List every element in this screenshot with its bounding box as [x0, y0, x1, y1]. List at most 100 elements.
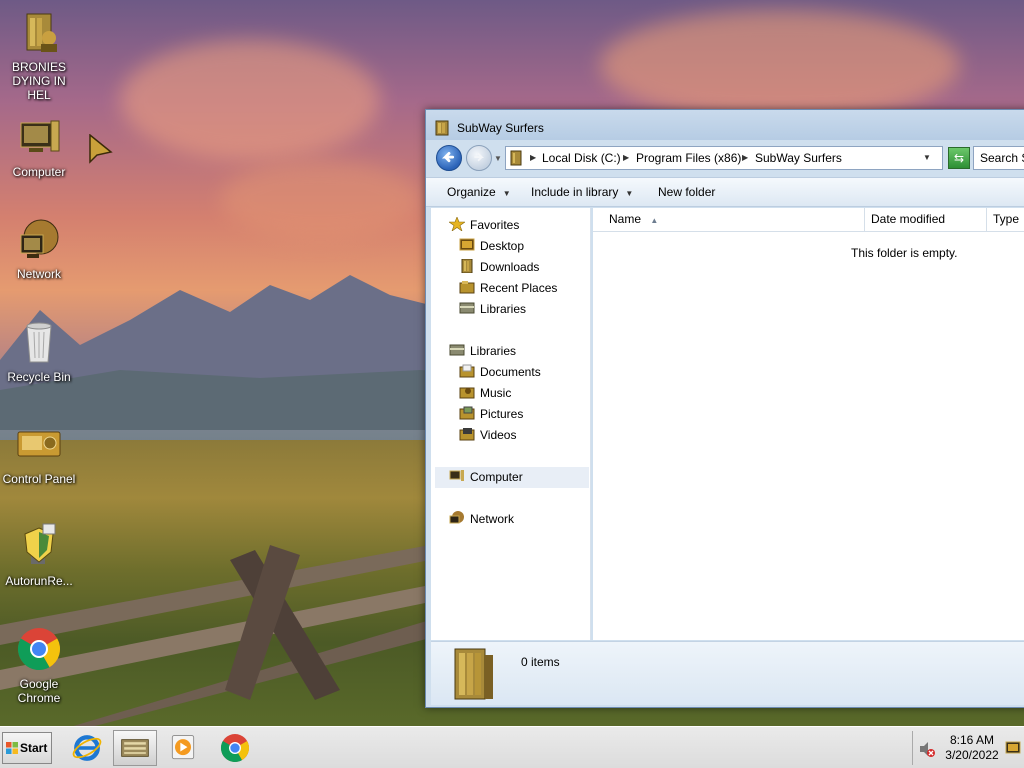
taskbar: Start 8:16 AM 3/20/2022: [0, 726, 1024, 768]
forward-button[interactable]: [466, 145, 492, 171]
sort-ascending-icon: ▲: [650, 216, 659, 225]
desktop-icon-label: Control Panel: [2, 472, 76, 486]
nav-label: Computer: [470, 470, 523, 484]
include-in-library-button[interactable]: Include in library ▼: [531, 185, 633, 199]
file-list-pane[interactable]: Name ▲ Date modified Type This folder is…: [593, 208, 1024, 640]
include-in-library-label: Include in library: [531, 185, 619, 199]
nav-label: Favorites: [470, 218, 520, 232]
control-panel-icon: [17, 431, 61, 457]
column-header-type[interactable]: Type: [987, 208, 1024, 232]
address-history-dropdown[interactable]: ▼: [923, 153, 931, 162]
refresh-icon: ⇆: [953, 151, 965, 165]
desktop-icon-autorun[interactable]: AutorunRe...: [0, 522, 78, 588]
nav-videos[interactable]: Videos: [459, 425, 516, 446]
system-tray: 8:16 AM 3/20/2022: [912, 731, 1024, 765]
back-button[interactable]: [436, 145, 462, 171]
music-icon: [459, 387, 475, 399]
clock-date: 3/20/2022: [945, 748, 999, 762]
library-icon: [459, 302, 475, 314]
refresh-button[interactable]: ⇆: [948, 147, 970, 169]
desktop-icon-label: Recycle Bin: [7, 370, 71, 384]
wallpaper-cloud: [120, 40, 380, 160]
volume-muted-icon[interactable]: [918, 740, 936, 758]
taskbar-clock[interactable]: 8:16 AM 3/20/2022: [943, 733, 1001, 763]
nav-recent-places[interactable]: Recent Places: [459, 278, 557, 299]
column-header-date-modified[interactable]: Date modified: [865, 208, 987, 232]
taskbar-internet-explorer[interactable]: [65, 730, 109, 766]
command-bar: Organize ▼ Include in library ▼ New folder: [426, 177, 1024, 207]
nav-label: Documents: [480, 365, 541, 379]
breadcrumb-subway-surfers[interactable]: SubWay Surfers: [755, 151, 842, 165]
item-count: 0 items: [521, 655, 560, 669]
nav-libraries-favorite[interactable]: Libraries: [459, 299, 526, 320]
desktop-icon-bronies[interactable]: BRONIES DYING IN HEL: [0, 8, 78, 102]
window-titlebar[interactable]: SubWay Surfers: [426, 110, 1024, 140]
windows-logo-icon: [6, 742, 18, 754]
nav-label: Videos: [480, 428, 517, 442]
breadcrumb-separator[interactable]: ▶: [742, 153, 748, 162]
breadcrumb-separator[interactable]: ▶: [530, 153, 536, 162]
taskbar-chrome[interactable]: [213, 730, 257, 766]
downloads-folder-icon: [461, 259, 473, 273]
taskbar-media-player[interactable]: [161, 730, 205, 766]
desktop-icon-network[interactable]: Network: [0, 215, 78, 281]
empty-folder-message: This folder is empty.: [851, 246, 958, 260]
desktop-icon-chrome[interactable]: Google Chrome: [0, 625, 78, 705]
desktop-icon: [459, 238, 475, 251]
details-pane: 0 items: [431, 641, 1024, 705]
nav-computer[interactable]: Computer: [435, 467, 589, 488]
start-button[interactable]: Start: [2, 732, 52, 764]
column-header-name[interactable]: Name ▲: [593, 208, 865, 232]
desktop-icon-computer[interactable]: Computer: [0, 113, 78, 179]
new-folder-button[interactable]: New folder: [658, 185, 715, 199]
computer-icon: [449, 470, 464, 481]
show-desktop-icon[interactable]: [1005, 740, 1021, 756]
nav-network[interactable]: Network: [449, 509, 514, 530]
recycle-bin-icon: [26, 322, 52, 363]
pictures-icon: [459, 406, 475, 420]
desktop-icon-recycle-bin[interactable]: Recycle Bin: [0, 318, 78, 384]
chevron-down-icon: ▼: [502, 189, 511, 198]
network-icon: [449, 511, 464, 524]
nav-downloads[interactable]: Downloads: [459, 257, 539, 278]
library-icon: [449, 344, 465, 356]
organize-button[interactable]: Organize ▼: [447, 185, 511, 199]
wallpaper-cloud: [220, 160, 420, 240]
nav-favorites[interactable]: Favorites: [449, 215, 519, 236]
documents-icon: [459, 364, 475, 378]
nav-label: Libraries: [470, 344, 517, 358]
chrome-icon: [17, 628, 61, 671]
network-icon: [20, 219, 59, 258]
nav-desktop[interactable]: Desktop: [459, 236, 524, 257]
clock-time: 8:16 AM: [949, 733, 995, 747]
desktop-icon-label: Google Chrome: [17, 677, 61, 705]
search-input[interactable]: Search S: [973, 146, 1024, 170]
videos-icon: [459, 428, 475, 441]
desktop-icon-label: Network: [16, 267, 61, 281]
recent-pages-dropdown[interactable]: ▼: [494, 154, 502, 163]
nav-music[interactable]: Music: [459, 383, 511, 404]
search-placeholder: Search S: [980, 151, 1024, 165]
folder-icon: [510, 150, 522, 166]
breadcrumb-program-files[interactable]: Program Files (x86): [636, 151, 741, 165]
address-box[interactable]: ▶ Local Disk (C:) ▶ Program Files (x86) …: [505, 146, 943, 170]
window-title: SubWay Surfers: [457, 121, 544, 135]
desktop-icon-label: Computer: [12, 165, 66, 179]
nav-pictures[interactable]: Pictures: [459, 404, 523, 425]
explorer-window: SubWay Surfers ▼ ▶ Local Disk (C:) ▶ Pro…: [425, 109, 1024, 708]
organize-label: Organize: [447, 185, 496, 199]
nav-label: Recent Places: [480, 281, 558, 295]
nav-label: Libraries: [480, 302, 527, 316]
desktop-icon-label: BRONIES DYING IN HEL: [11, 60, 66, 102]
breadcrumb-local-disk[interactable]: Local Disk (C:): [542, 151, 621, 165]
breadcrumb-separator[interactable]: ▶: [623, 153, 629, 162]
nav-documents[interactable]: Documents: [459, 362, 541, 383]
nav-label: Pictures: [480, 407, 524, 421]
internet-explorer-icon: [72, 735, 102, 761]
taskbar-explorer[interactable]: [113, 730, 157, 766]
wallpaper-cloud: [600, 10, 960, 120]
navigation-pane: Favorites Desktop Downloads Recent Place…: [431, 208, 591, 640]
nav-libraries[interactable]: Libraries: [449, 341, 516, 362]
chrome-icon: [220, 734, 250, 763]
desktop-icon-control-panel[interactable]: Control Panel: [0, 420, 78, 486]
